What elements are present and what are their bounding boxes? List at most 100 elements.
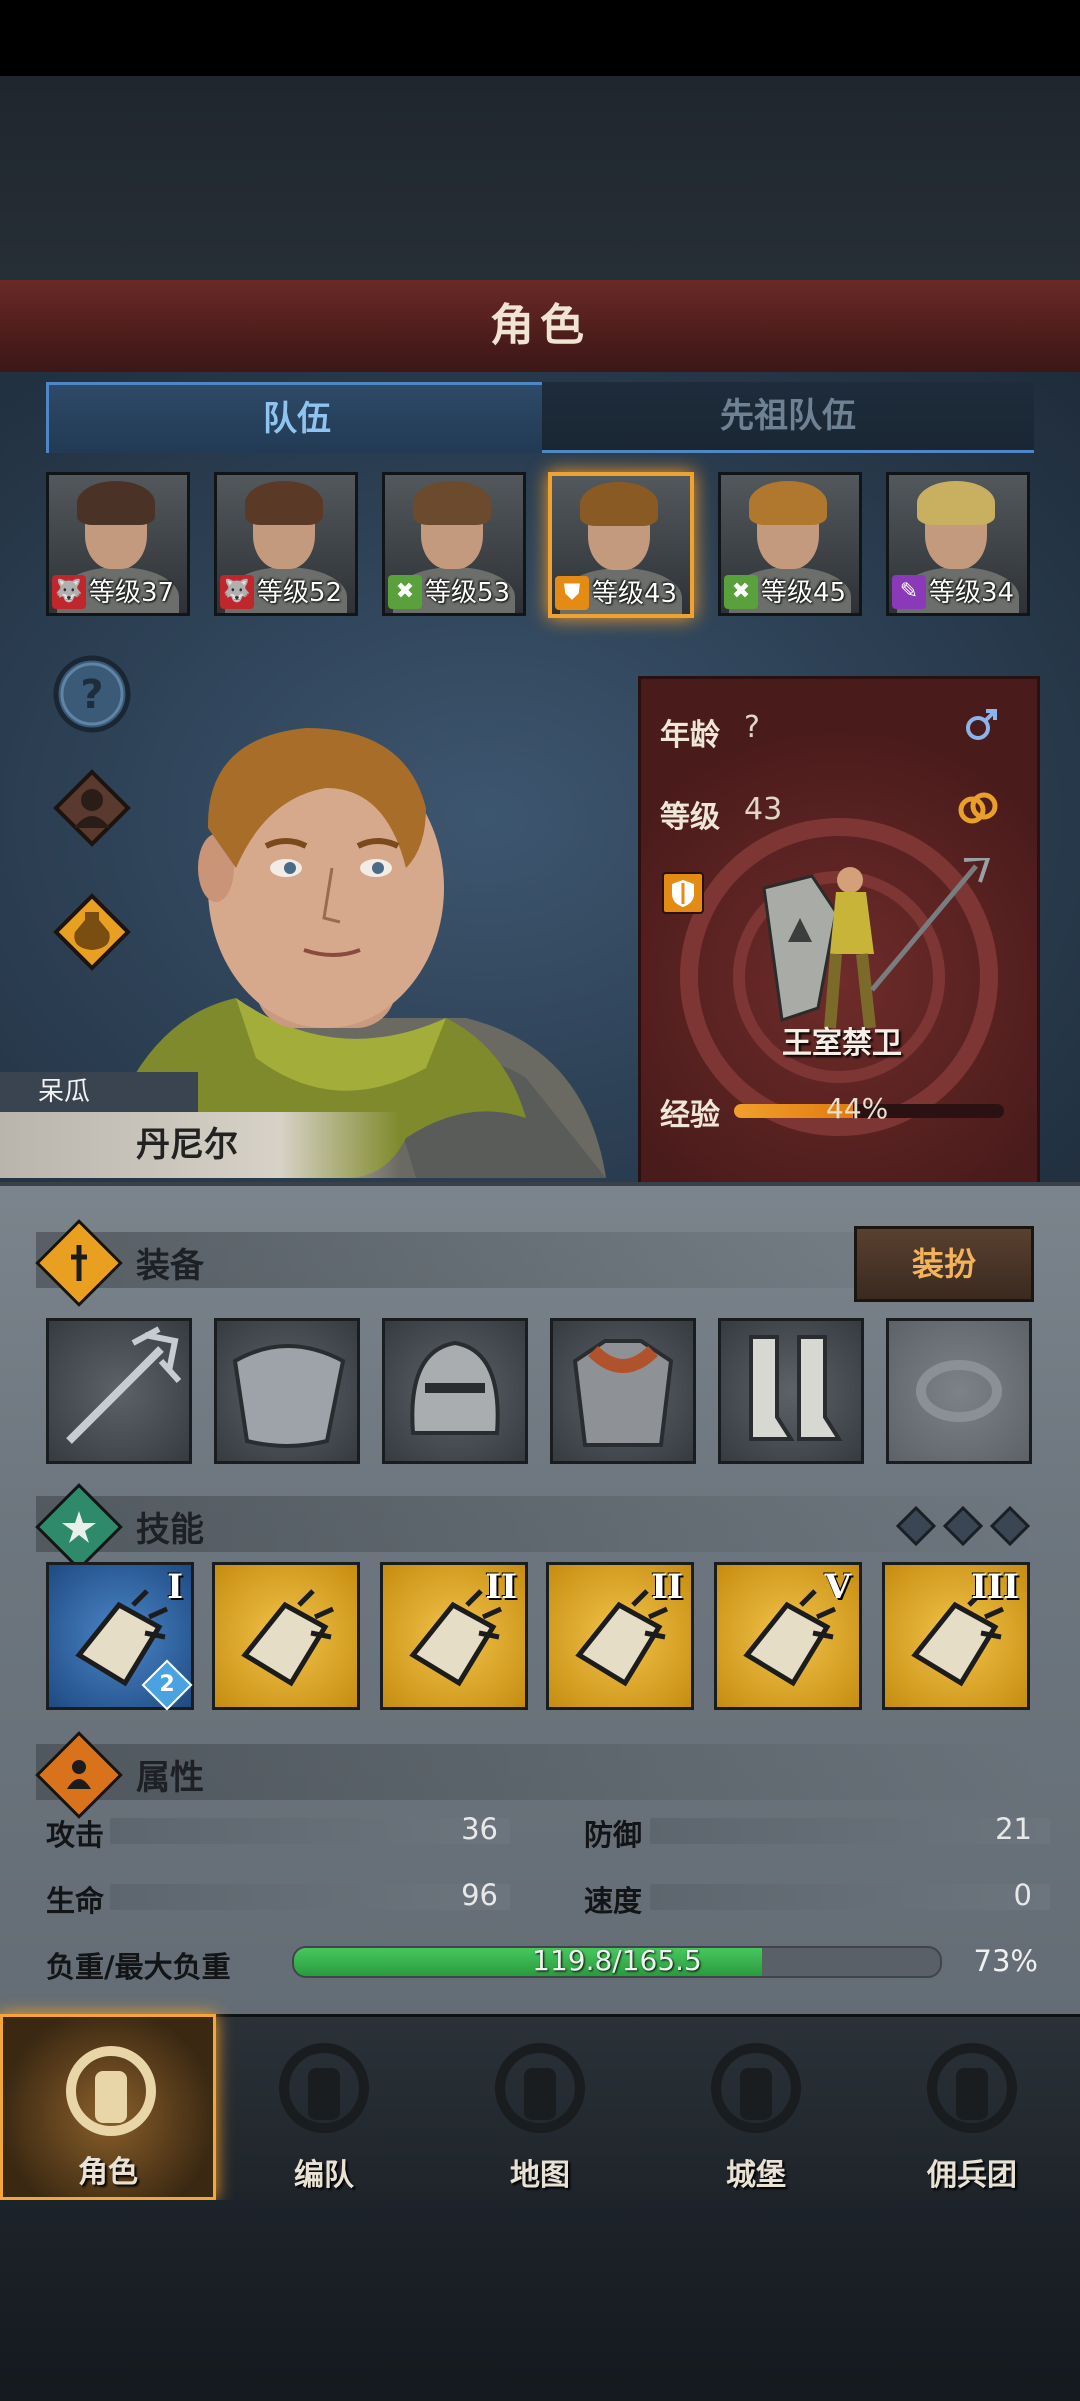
skill-rank: V [824,1567,851,1607]
exp-percent: 44% [826,1092,889,1125]
equipment-slot[interactable] [46,1318,192,1464]
body-armor-icon [572,1339,674,1447]
portrait-level: 等级34 [929,578,1015,608]
nav-item[interactable]: 地图 [432,2014,648,2200]
svg-text:?: ? [80,672,103,718]
age-value: ? [744,710,760,745]
skill-rank: II [651,1567,683,1607]
portrait-level: 等级53 [425,578,511,608]
exp-label: 经验 [660,1098,720,1133]
knight-icon [66,2046,156,2136]
portrait-level: 等级52 [257,578,343,608]
roster-portrait[interactable]: ⛊ 等级43 [548,472,694,618]
hp-value: 96 [461,1878,498,1912]
equipment-slot[interactable] [382,1318,528,1464]
skill-slot[interactable]: V [714,1562,862,1710]
portrait-level: 等级45 [761,578,847,608]
outfit-button[interactable]: 装扮 [854,1226,1034,1302]
portrait-hair [245,481,323,525]
heal-strike-icon [241,1589,335,1687]
skill-slot[interactable]: II [380,1562,528,1710]
castle-icon [711,2043,801,2133]
class-shield-icon [662,872,704,914]
shoulder-armor-icon [232,1344,346,1448]
nav-item[interactable]: 编队 [216,2014,432,2200]
attack-value: 36 [461,1812,498,1846]
speed-value: 0 [1013,1878,1032,1912]
hero-trait: 呆瓜 [0,1072,198,1112]
equipment-slot[interactable] [718,1318,864,1464]
helmet-icon [410,1340,500,1435]
hero-name: 丹尼尔 [0,1112,400,1178]
compass-map-icon [495,2043,585,2133]
class-name: 王室禁卫 [782,1026,902,1061]
portrait-hair [917,481,995,525]
nav-label: 角色 [78,2155,138,2190]
nav-label: 城堡 [726,2158,786,2193]
top-background [0,0,1080,280]
skill-slot[interactable]: I2 [46,1562,194,1711]
skills-title: 技能 [136,1510,204,1550]
staff-icon: ✎ [892,575,926,609]
roster-portrait[interactable]: 🐺 等级52 [214,472,358,616]
defense-label: 防御 [584,1818,643,1852]
nav-item[interactable]: 佣兵团 [864,2014,1080,2200]
age-label: 年龄 [660,718,720,753]
boots-icon [749,1335,843,1441]
level-label: 等级 [660,800,720,835]
skill-rank: I [167,1567,183,1607]
roster-portrait[interactable]: 🐺 等级37 [46,472,190,616]
bottom-background [0,2200,1080,2401]
skill-rank: II [485,1567,517,1607]
trident-icon [66,1326,182,1444]
nav-label: 地图 [510,2158,570,2193]
load-text: 119.8/165.5 [532,1944,702,1977]
skill-points-indicator [895,1505,1031,1547]
skill-slot[interactable]: III [882,1562,1030,1710]
wolf-icon: 🐺 [220,575,254,609]
skill-slot[interactable]: II [546,1562,694,1710]
nav-label: 编队 [294,2158,354,2193]
equipment-title: 装备 [136,1246,204,1286]
roster-portrait[interactable]: ✖ 等级53 [382,472,526,616]
portrait-hair [749,481,827,525]
portrait-hair [413,481,491,525]
nav-item[interactable]: 角色 [0,2014,216,2200]
banner-fist-icon [927,2043,1017,2133]
tab-ancestor-team[interactable]: 先祖队伍 [542,382,1034,453]
nav-label: 佣兵团 [927,2158,1017,2193]
load-percent: 73% [973,1944,1038,1978]
royal-guard-figure [762,858,991,1029]
defense-value: 21 [995,1812,1032,1846]
shield-icon: ⛊ [555,576,589,610]
level-value: 43 [744,792,783,827]
roster-portrait[interactable]: ✎ 等级34 [886,472,1030,616]
crossed-swords-icon: ✖ [724,575,758,609]
male-icon [966,709,997,740]
tab-team[interactable]: 队伍 [46,382,548,453]
crossed-swords-icon: ✖ [388,575,422,609]
page-title: 角色 [490,300,590,351]
equipment-slot[interactable] [214,1318,360,1464]
skill-rank: III [971,1567,1019,1607]
equipment-slot[interactable] [550,1318,696,1464]
title-banner: 角色 [0,280,1080,375]
portrait-hair [77,481,155,525]
helmet-flag-icon [279,2043,369,2133]
attributes-title: 属性 [136,1758,204,1798]
portrait-level: 等级43 [592,579,678,609]
wolf-icon: 🐺 [52,575,86,609]
skill-badge-count: 2 [159,1672,175,1697]
rings-icon[interactable] [956,788,1000,828]
portrait-level: 等级37 [89,578,175,608]
hp-label: 生命 [46,1884,105,1918]
skill-slot[interactable] [212,1562,360,1710]
load-label: 负重/最大负重 [46,1950,231,1984]
speed-label: 速度 [584,1884,643,1918]
nav-item[interactable]: 城堡 [648,2014,864,2200]
roster-portrait[interactable]: ✖ 等级45 [718,472,862,616]
ring-slot-empty-icon [916,1360,1002,1422]
equipment-slot[interactable] [886,1318,1032,1464]
portrait-hair [580,482,658,526]
attack-label: 攻击 [46,1818,105,1852]
